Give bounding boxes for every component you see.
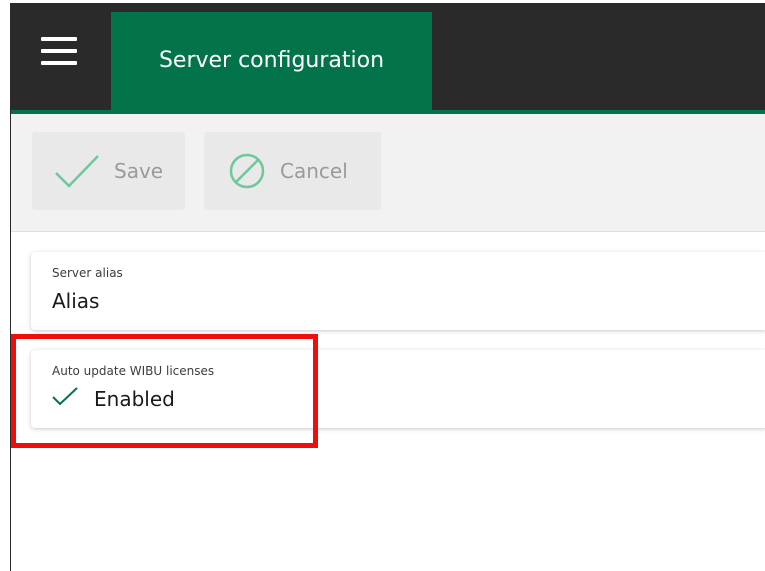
tab-server-configuration[interactable]: Server configuration bbox=[111, 12, 432, 114]
auto-update-wibu-field[interactable]: Auto update WIBU licenses Enabled bbox=[31, 350, 765, 428]
server-alias-field[interactable]: Server alias Alias bbox=[31, 252, 765, 330]
cancel-circle-icon bbox=[228, 152, 266, 190]
server-alias-label: Server alias bbox=[52, 266, 123, 280]
hamburger-menu-icon[interactable] bbox=[41, 37, 77, 67]
tab-title: Server configuration bbox=[158, 47, 385, 73]
auto-update-label: Auto update WIBU licenses bbox=[52, 364, 215, 378]
cancel-button-label: Cancel bbox=[280, 159, 348, 183]
toolbar: Save Cancel bbox=[11, 114, 765, 232]
save-button-label: Save bbox=[114, 159, 164, 183]
checkmark-icon bbox=[52, 386, 78, 411]
cancel-button[interactable]: Cancel bbox=[204, 132, 381, 210]
checkmark-icon bbox=[54, 153, 100, 189]
app-window: Server configuration Save Cancel Server … bbox=[10, 3, 765, 571]
top-bar: Server configuration bbox=[11, 3, 765, 114]
auto-update-value-text: Enabled bbox=[94, 386, 175, 411]
server-alias-value: Alias bbox=[52, 289, 100, 313]
save-button[interactable]: Save bbox=[32, 132, 185, 210]
auto-update-value[interactable]: Enabled bbox=[52, 386, 175, 411]
